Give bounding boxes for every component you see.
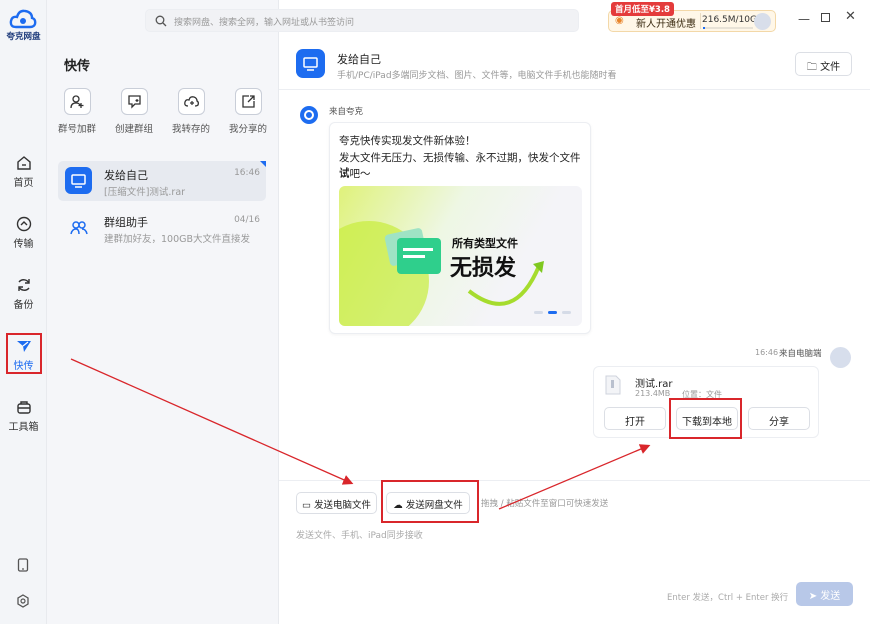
saved-icon [177,88,205,115]
close-button[interactable]: ✕ [845,9,856,24]
search-bar[interactable]: 搜索网盘、搜索全网，输入网址或从书签访问 [145,9,579,32]
annotation-box-send-cloud-file [381,480,479,523]
action-label: 群号加群 [57,124,96,135]
maximize-button[interactable] [821,13,830,22]
action-create-group[interactable]: 创建群组 [106,88,162,135]
action-label: 创建群组 [114,124,153,135]
rail-item-home[interactable]: 首页 [0,155,47,189]
open-button[interactable]: 打开 [604,407,666,430]
conversation-name: 群组助手 [104,216,148,229]
archive-file-icon [605,375,621,395]
rail-item-toolbox[interactable]: 工具箱 [0,399,47,433]
rail-item-label: 备份 [13,300,34,311]
carousel-dot[interactable] [534,311,543,314]
action-label: 我分享的 [228,124,267,135]
banner-small-text: 所有类型文件 [452,237,518,250]
storage-usage: 216.5M/10G [702,15,757,25]
file-button[interactable]: 🗀 文件 [795,52,852,76]
user-avatar [830,347,851,368]
chat-header: 发给自己 手机/PC/iPad多端同步文档、图片、文件等，电脑文件手机也能随时看… [279,40,870,90]
conversation-name: 发给自己 [104,169,148,182]
msg-sender: 来自电脑端 [779,349,822,359]
send-to-self-icon [65,167,92,194]
drag-hint: 拖拽 / 粘贴文件至窗口可快速发送 [481,499,609,509]
conversation-preview: 建群加好友，100GB大文件直接发 [104,234,251,245]
file-button-label: 文件 [820,62,841,73]
create-group-icon [120,88,148,115]
carousel-dot[interactable] [562,311,571,314]
backup-icon [17,279,30,291]
search-placeholder: 搜索网盘、搜索全网，输入网址或从书签访问 [174,18,355,28]
rail-item-label: 工具箱 [8,422,39,433]
banner-big-text: 无损发 [450,256,517,281]
app-logo-label: 夸克网盘 [6,32,41,42]
send-to-self-icon [296,49,325,78]
rail-item-label: 传输 [13,239,34,250]
promo-eye-icon: ◉ [615,15,624,26]
conversation-time: 04/16 [234,215,260,225]
settings-icon[interactable] [16,594,30,608]
promo-image[interactable]: 所有类型文件 无损发 [339,186,582,326]
shortcut-hint: Enter 发送，Ctrl + Enter 换行 [667,593,789,603]
action-label: 我转存的 [171,124,210,135]
promo-divider [700,13,701,29]
chat-title: 发给自己 [337,53,381,66]
msg-sender: 来自夸克 [329,107,364,117]
share-button[interactable]: 分享 [748,407,810,430]
pin-corner [260,161,266,167]
shared-icon [234,88,262,115]
home-icon [16,156,31,170]
storage-bar [703,27,753,29]
send-pc-file-label: 发送电脑文件 [314,500,372,511]
phone-icon[interactable] [17,558,29,572]
join-group-icon [63,88,91,115]
transfer-icon [16,216,31,232]
send-button[interactable]: ➤ 发送 [796,582,853,606]
send-pc-file-button[interactable]: ▭ 发送电脑文件 [296,492,377,514]
action-saved[interactable]: 我转存的 [163,88,219,135]
quick-send-sidebar: 快传 群号加群 创建群组 我转存的 我分享的 发给自己 16:46 [压缩文件]… [47,0,279,624]
toolbox-icon [16,401,31,414]
send-button-label: 发送 [820,591,841,602]
minimize-button[interactable]: — [798,12,810,26]
conversation-time: 16:46 [234,168,260,178]
left-rail: 夸克网盘 首页 传输 备份 快传 工具箱 [0,0,47,624]
conversation-preview: [压缩文件]测试.rar [104,187,186,198]
search-icon [155,15,167,27]
rail-item-backup[interactable]: 备份 [0,277,47,311]
conversation-item[interactable]: 发给自己 16:46 [压缩文件]测试.rar [58,161,266,201]
folder-icon: 🗀 [806,62,817,73]
msg-line: 试吧～ [339,168,371,180]
msg-line: 夸克快传实现发文件新体验！ [339,135,476,147]
message-input[interactable]: 发送文件、手机、iPad同步接收 [296,528,423,541]
quark-avatar [300,106,318,124]
group-assistant-icon [70,221,88,235]
message-bubble: 夸克快传实现发文件新体验！ 发大文件无压力、无损传输、永不过期，快发个文件试 试… [329,122,591,334]
action-shared[interactable]: 我分享的 [220,88,276,135]
monitor-icon: ▭ [301,500,311,511]
rail-item-label: 首页 [13,178,34,189]
composer-divider [279,480,870,481]
msg-line: 发大文件无压力、无损传输、永不过期，快发个文件试 [339,152,581,179]
conversation-item[interactable]: 群组助手 04/16 建群加好友，100GB大文件直接发 [58,209,266,249]
file-name: 测试.rar [635,379,673,390]
chat-subtitle: 手机/PC/iPad多端同步文档、图片、文件等，电脑文件手机也能随时看 [337,71,617,81]
carousel-dot-active[interactable] [548,311,557,314]
sidebar-title: 快传 [64,59,91,74]
msg-time: 16:46 [755,348,779,357]
file-size: 213.4MB [635,389,671,398]
send-arrow-icon: ➤ [808,591,818,602]
promo-badge: 首月低至¥3.8 [611,2,674,16]
action-join-group[interactable]: 群号加群 [49,88,105,135]
annotation-box-download [669,398,742,439]
promo-label: 新人开通优惠 [636,19,696,30]
annotation-box-quick-send [6,333,42,374]
avatar[interactable] [754,13,771,30]
rail-item-transfer[interactable]: 传输 [0,216,47,250]
